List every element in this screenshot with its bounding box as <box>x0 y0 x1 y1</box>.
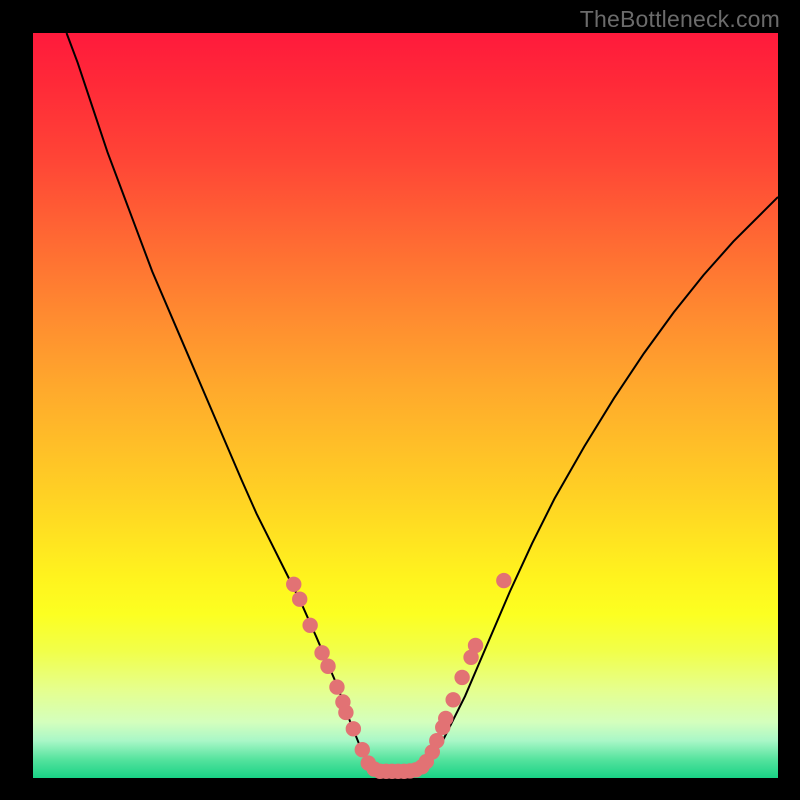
watermark-text: TheBottleneck.com <box>580 6 780 33</box>
data-marker <box>287 577 301 591</box>
data-marker <box>497 573 511 587</box>
data-marker <box>455 670 469 684</box>
curve-line <box>67 33 778 771</box>
data-marker <box>321 659 335 673</box>
markers-group <box>287 573 511 778</box>
plot-area <box>33 33 778 778</box>
data-marker <box>346 722 360 736</box>
data-marker <box>315 646 329 660</box>
data-marker <box>446 693 460 707</box>
data-marker <box>303 618 317 632</box>
chart-svg <box>33 33 778 778</box>
data-marker <box>430 734 444 748</box>
data-marker <box>293 592 307 606</box>
chart-frame: TheBottleneck.com <box>0 0 800 800</box>
data-marker <box>439 711 453 725</box>
data-marker <box>339 705 353 719</box>
data-marker <box>330 680 344 694</box>
data-marker <box>468 638 482 652</box>
data-marker <box>355 742 369 756</box>
